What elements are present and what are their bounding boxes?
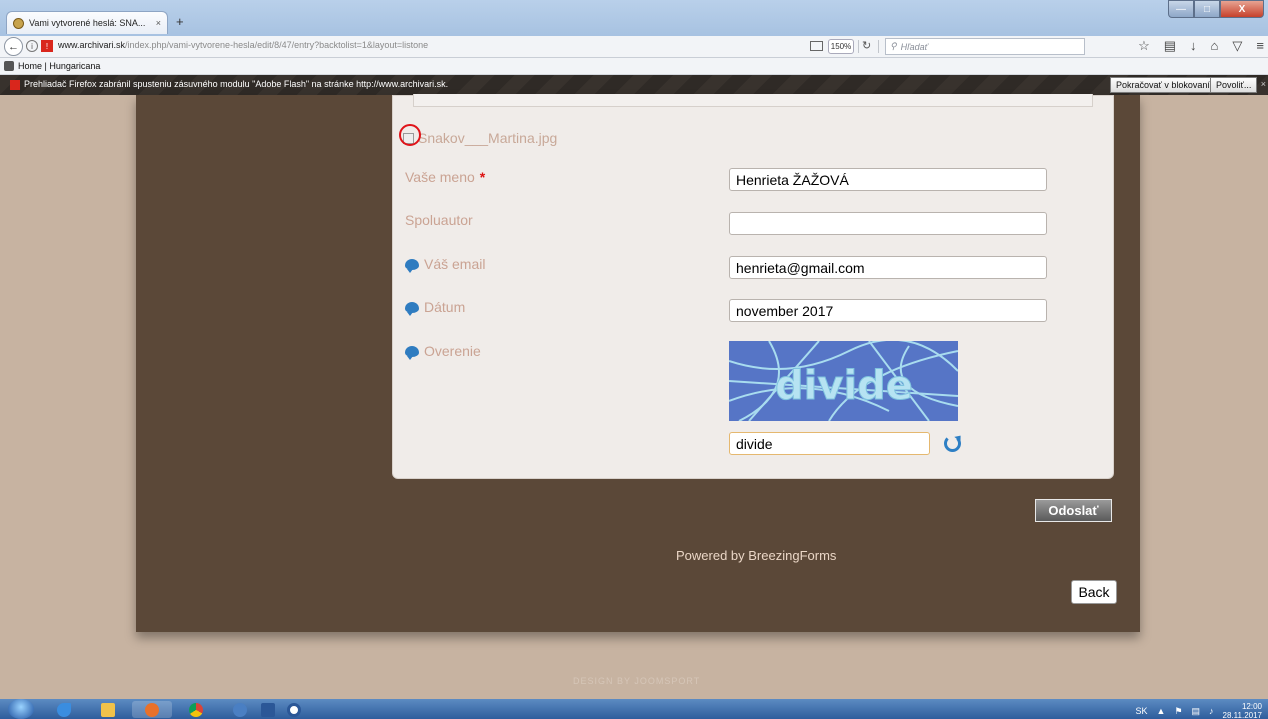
coauthor-input[interactable] — [729, 212, 1047, 235]
show-hidden-icons-icon[interactable]: ▲ — [1157, 706, 1166, 716]
downloads-icon[interactable]: ↓ — [1190, 38, 1197, 54]
network-icon[interactable]: ▤ — [1192, 706, 1201, 717]
explorer-folder-icon[interactable] — [88, 701, 128, 718]
bookmark-favicon-icon — [4, 61, 14, 71]
info-bubble-icon[interactable] — [405, 301, 419, 316]
toolbar-separator — [878, 40, 879, 53]
close-notification-icon[interactable]: × — [1261, 79, 1266, 89]
flash-blocked-notification: Prehliadač Firefox zabránil spusteniu zá… — [0, 75, 1268, 95]
coauthor-label-text: Spoluautor — [405, 212, 473, 228]
address-bar[interactable]: www.archivari.sk/index.php/vami-vytvoren… — [58, 40, 428, 50]
clock-date: 28.11.2017 — [1222, 711, 1262, 719]
plugin-warning-icon — [10, 80, 20, 90]
navigation-bar: ← i ! www.archivari.sk/index.php/vami-vy… — [0, 36, 1268, 58]
file-name: Snakov___Martina.jpg — [418, 130, 558, 146]
site-info-icon[interactable]: i — [26, 40, 38, 52]
minimize-button[interactable]: — — [1168, 0, 1194, 18]
firefox-icon[interactable] — [132, 701, 172, 718]
allow-button[interactable]: Povoliť... — [1210, 77, 1258, 93]
info-bubble-icon[interactable] — [405, 258, 419, 273]
flag-icon[interactable]: ⚑ — [1174, 706, 1182, 717]
toolbar-separator — [858, 40, 859, 53]
ie-icon[interactable] — [44, 701, 84, 718]
captcha-input[interactable] — [729, 432, 930, 455]
upload-box — [413, 94, 1093, 107]
submit-button[interactable]: Odoslať — [1035, 499, 1112, 522]
reload-icon[interactable]: ↻ — [862, 39, 871, 52]
close-window-button[interactable]: X — [1220, 0, 1264, 18]
system-tray: SK ▲ ⚑ ▤ ♪ 12:00 28.11.2017 — [1136, 702, 1262, 719]
design-credit: DESIGN BY JOOMSPORT — [573, 676, 701, 686]
maximize-button[interactable]: □ — [1194, 0, 1220, 18]
home-icon[interactable]: ⌂ — [1211, 38, 1219, 54]
back-button[interactable]: Back — [1071, 580, 1117, 604]
date-input[interactable] — [729, 299, 1047, 322]
bookmarks-bar: Home | Hungaricana — [0, 58, 1268, 75]
date-label-text: Dátum — [424, 299, 466, 315]
language-indicator[interactable]: SK — [1136, 706, 1148, 716]
captcha-text: divide — [775, 363, 913, 409]
coauthor-label: Spoluautor — [405, 212, 473, 228]
clock-time: 12:00 — [1241, 702, 1262, 711]
search-input[interactable]: ⚲ Hľadať — [885, 38, 1085, 55]
verification-label-text: Overenie — [424, 343, 481, 359]
menu-icon[interactable]: ≡ — [1256, 38, 1264, 54]
browser-tab[interactable]: Vami vytvorené heslá: SNA... × — [6, 11, 168, 34]
entry-form: Snakov___Martina.jpg Vaše meno * Spoluau… — [392, 94, 1114, 479]
refresh-captcha-icon[interactable] — [944, 435, 961, 452]
powered-by-text: Powered by BreezingForms — [676, 548, 837, 563]
zoom-level-badge[interactable]: 150% — [828, 39, 854, 54]
plugin-blocked-icon[interactable]: ! — [41, 40, 53, 52]
tab-close-icon[interactable]: × — [156, 18, 161, 28]
name-label: Vaše meno * — [405, 169, 485, 185]
start-button[interactable] — [8, 699, 34, 719]
site-favicon-icon — [13, 17, 24, 29]
search-placeholder: Hľadať — [900, 41, 928, 52]
window-controls: — □ X — [1168, 0, 1264, 18]
toolbar-icons: ☆ ▤ ↓ ⌂ ▽ ≡ — [1138, 38, 1264, 54]
highlight-circle — [399, 124, 421, 146]
reader-view-icon[interactable] — [810, 41, 823, 51]
magnifier-icon: ⚲ — [890, 41, 897, 51]
name-input[interactable] — [729, 168, 1047, 191]
url-path: /index.php/vami-vytvorene-hesla/edit/8/4… — [125, 40, 429, 50]
new-tab-button[interactable]: + — [176, 14, 184, 29]
windows-taskbar: SK ▲ ⚑ ▤ ♪ 12:00 28.11.2017 — [0, 699, 1268, 719]
flash-message: Prehliadač Firefox zabránil spusteniu zá… — [24, 79, 449, 89]
bookmark-star-icon[interactable]: ☆ — [1138, 38, 1150, 54]
name-label-text: Vaše meno — [405, 169, 475, 185]
page-content-frame: Snakov___Martina.jpg Vaše meno * Spoluau… — [136, 94, 1140, 632]
bookmarks-library-icon[interactable]: ▤ — [1164, 38, 1176, 54]
keep-blocking-button[interactable]: Pokračovať v blokovaní — [1110, 77, 1216, 93]
info-bubble-icon[interactable] — [405, 345, 419, 360]
url-host: www.archivari.sk — [58, 40, 126, 50]
captcha-image: divide — [729, 341, 958, 421]
chrome-icon[interactable] — [176, 701, 216, 718]
email-input[interactable] — [729, 256, 1047, 279]
browser-titlebar: Vami vytvorené heslá: SNA... × + — □ X — [0, 0, 1268, 36]
tab-title: Vami vytvorené heslá: SNA... — [29, 18, 146, 28]
date-label: Dátum — [405, 299, 466, 316]
pocket-icon[interactable]: ▽ — [1232, 38, 1242, 54]
verification-label: Overenie — [405, 343, 481, 360]
required-marker: * — [479, 169, 486, 185]
clock[interactable]: 12:00 28.11.2017 — [1223, 702, 1262, 719]
attached-file-row: Snakov___Martina.jpg — [399, 124, 558, 146]
back-arrow-icon[interactable]: ← — [4, 37, 23, 56]
volume-icon[interactable]: ♪ — [1209, 706, 1214, 716]
email-label-text: Váš email — [424, 256, 486, 272]
media-player-icon[interactable] — [274, 701, 314, 718]
email-label: Váš email — [405, 256, 486, 273]
bookmark-item[interactable]: Home | Hungaricana — [18, 61, 100, 71]
